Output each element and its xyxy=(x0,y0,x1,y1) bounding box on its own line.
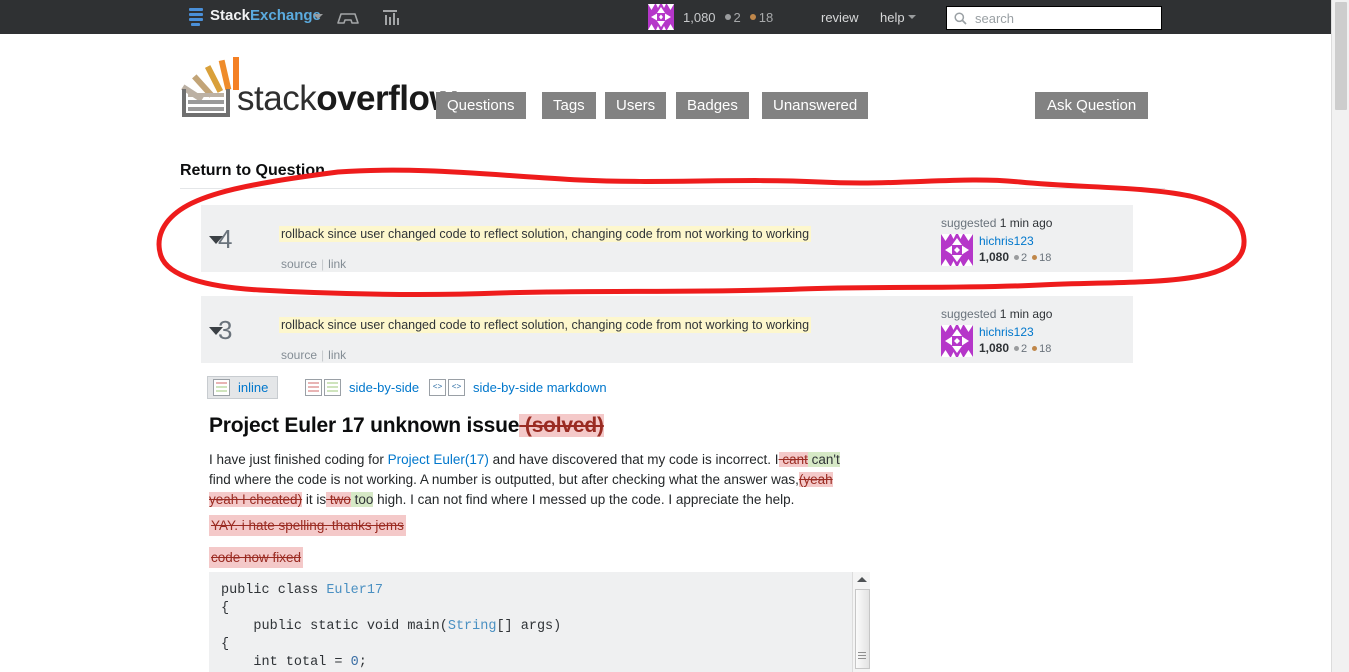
nav-badges[interactable]: Badges xyxy=(676,92,749,119)
revision-meta: suggested 1 min ago hichris123 1,080 2 1… xyxy=(941,216,1126,266)
side-by-side-view-icon-left xyxy=(305,379,322,396)
revision-user-reputation: 1,080 xyxy=(979,250,1010,264)
body-deleted-1: cant xyxy=(778,452,808,467)
nav-unanswered[interactable]: Unanswered xyxy=(762,92,869,119)
revision-number: 4 xyxy=(218,224,233,254)
revision-permalink[interactable]: link xyxy=(328,348,346,362)
return-to-question-link[interactable]: Return to Question xyxy=(180,162,325,180)
bronze-badge-count: 18 xyxy=(1039,252,1052,264)
silver-badge-count: 2 xyxy=(1021,252,1028,264)
code-line-5-number: 0 xyxy=(350,655,359,670)
revision-user-reputation: 1,080 xyxy=(979,341,1010,355)
post-title-deleted: (solved) xyxy=(519,414,604,437)
revision-sub-links: source | link xyxy=(281,348,346,362)
table-row[interactable]: 4 rollback since user changed code to re… xyxy=(201,205,1133,272)
code-line-3-keyword: public static void main( xyxy=(221,619,448,634)
post-title-kept: Project Euler 17 unknown issue xyxy=(209,414,520,437)
tab-side-by-side-markdown[interactable]: <> <> side-by-side markdown xyxy=(429,376,607,399)
stackoverflow-logo[interactable]: stackoverflow xyxy=(181,57,457,119)
silver-badge-icon xyxy=(1014,345,1020,351)
body-deleted-3: two xyxy=(326,492,351,507)
nav-questions[interactable]: Questions xyxy=(436,92,526,119)
code-line-3-type: String xyxy=(447,619,497,634)
side-by-side-view-icon-right xyxy=(324,379,341,396)
revision-status: suggested xyxy=(941,216,997,230)
wordmark-stack: stack xyxy=(237,79,317,118)
revision-meta: suggested 1 min ago hichris123 1,080 2 1… xyxy=(941,307,1126,357)
body-text-3: find where the code is not working. A nu… xyxy=(209,472,799,487)
code-scrollbar-thumb[interactable] xyxy=(855,589,870,669)
revision-permalink[interactable]: link xyxy=(328,257,346,271)
silver-badge-count: 2 xyxy=(1021,343,1028,355)
ask-question-button[interactable]: Ask Question xyxy=(1035,92,1149,119)
divider xyxy=(180,188,1165,189)
body-text-4: it is xyxy=(302,492,327,507)
revision-user-info: hichris123 1,080 2 18 xyxy=(979,325,1051,357)
revision-user-name[interactable]: hichris123 xyxy=(979,325,1051,340)
body-inserted-2: too xyxy=(350,492,374,507)
tab-side-by-side-label: side-by-side xyxy=(349,380,420,395)
markdown-view-icon-left: <> xyxy=(429,379,446,396)
body-text-2: and have discovered that my code is inco… xyxy=(488,452,779,467)
revision-user-name[interactable]: hichris123 xyxy=(979,234,1051,249)
revision-source-link[interactable]: source xyxy=(281,257,317,271)
scroll-up-arrow-icon[interactable] xyxy=(857,577,867,582)
revision-status: suggested xyxy=(941,307,997,321)
code-line-5-keyword: int total = xyxy=(221,655,351,670)
table-row[interactable]: 3 rollback since user changed code to re… xyxy=(201,296,1133,363)
avatar xyxy=(941,234,973,266)
markdown-view-icon-right: <> xyxy=(448,379,465,396)
revision-source-link[interactable]: source xyxy=(281,348,317,362)
separator: | xyxy=(321,257,325,271)
stackoverflow-wordmark: stackoverflow xyxy=(237,79,457,119)
revision-time: 1 min ago xyxy=(999,307,1053,321)
revision-user-info: hichris123 1,080 2 18 xyxy=(979,234,1051,266)
revision-user-card[interactable]: hichris123 1,080 2 18 xyxy=(941,325,1126,357)
separator: | xyxy=(321,348,325,362)
revision-status-line: suggested 1 min ago xyxy=(941,307,1126,321)
revision-sub-links: source | link xyxy=(281,257,346,271)
tab-side-by-side[interactable]: side-by-side xyxy=(305,376,419,399)
code-line-5-end: ; xyxy=(358,655,367,670)
deleted-paragraph: code now fixed xyxy=(209,547,304,568)
project-euler-link[interactable]: Project Euler(17) xyxy=(388,452,489,467)
avatar xyxy=(941,325,973,357)
nav-users[interactable]: Users xyxy=(605,92,667,119)
revision-status-line: suggested 1 min ago xyxy=(941,216,1126,230)
code-block: public class Euler17 { public static voi… xyxy=(209,572,864,672)
body-text-5: high. I can not find where I messed up t… xyxy=(373,492,795,507)
deleted-paragraph: YAY. i hate spelling. thanks jems xyxy=(209,515,406,536)
tab-inline[interactable]: inline xyxy=(207,376,279,399)
code-line-1-type: Euler17 xyxy=(326,583,384,598)
code-content: public class Euler17 { public static voi… xyxy=(209,572,864,672)
revision-time: 1 min ago xyxy=(999,216,1053,230)
revision-user-card[interactable]: hichris123 1,080 2 18 xyxy=(941,234,1126,266)
inline-view-icon xyxy=(213,379,230,396)
scrollbar-thumb[interactable] xyxy=(1335,2,1347,110)
revision-comment: rollback since user changed code to refl… xyxy=(279,226,812,242)
code-line-3-rest: [] args) xyxy=(496,619,562,634)
tab-inline-label: inline xyxy=(238,380,269,395)
silver-badge-icon xyxy=(1014,254,1020,260)
body-text-1: I have just finished coding for xyxy=(209,452,388,467)
bronze-badge-icon xyxy=(1032,345,1038,351)
page-scrollbar[interactable] xyxy=(1331,0,1349,672)
bronze-badge-icon xyxy=(1032,254,1038,260)
page-title: Project Euler 17 unknown issue (solved) xyxy=(209,414,604,438)
revision-number: 3 xyxy=(218,315,233,345)
tab-side-by-side-markdown-label: side-by-side markdown xyxy=(473,380,607,395)
code-block-scrollbar[interactable] xyxy=(852,572,870,672)
bronze-badge-count: 18 xyxy=(1039,343,1052,355)
revision-comment: rollback since user changed code to refl… xyxy=(279,317,812,333)
code-line-4: { xyxy=(221,637,230,652)
nav-tags[interactable]: Tags xyxy=(542,92,596,119)
page-content: stackoverflow Questions Tags Users Badge… xyxy=(0,0,1331,672)
code-line-2: { xyxy=(221,601,230,616)
body-inserted-1: can't xyxy=(807,452,840,467)
post-body-diff: I have just finished coding for Project … xyxy=(209,450,857,510)
code-line-1-keyword: public class xyxy=(221,583,327,598)
stackoverflow-logo-stack-icon xyxy=(182,89,234,117)
